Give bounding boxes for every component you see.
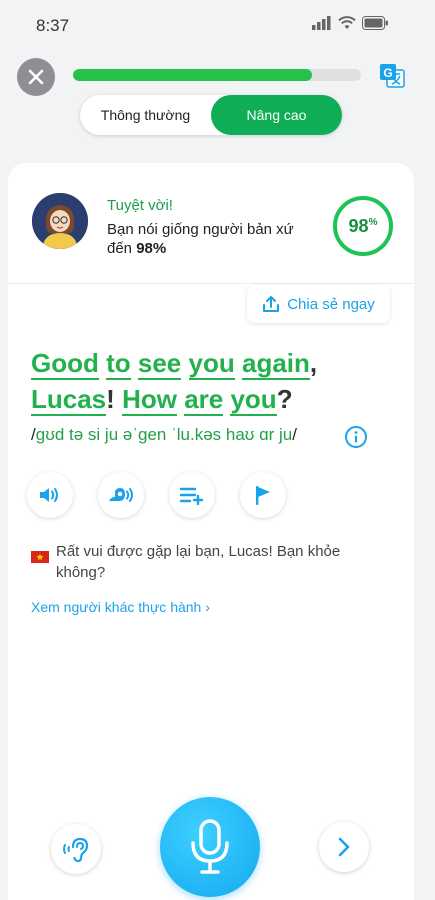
sentence-word[interactable]: see [137, 348, 182, 380]
chevron-right-icon: › [205, 599, 210, 615]
close-icon [28, 69, 44, 85]
wifi-icon [338, 16, 356, 29]
ipa-text: gʊd tə si ju əˈɡen ˈlu.kəs haʊ ɑr ju [35, 425, 293, 444]
listen-recording-button[interactable] [51, 824, 101, 874]
ear-icon [63, 837, 89, 862]
translation-text: Rất vui được gặp lại bạn, Lucas! Bạn khỏ… [56, 543, 341, 581]
sentence-word[interactable]: are [184, 384, 224, 416]
report-button[interactable] [240, 472, 286, 518]
see-others-link[interactable]: Xem người khác thực hành › [31, 599, 210, 615]
record-button[interactable] [160, 797, 260, 897]
chevron-right-icon [338, 837, 350, 857]
progress-bar [73, 69, 361, 81]
translate-button[interactable]: G [378, 62, 406, 90]
translate-icon: G [380, 64, 405, 88]
avatar [32, 193, 88, 249]
praise-text: Tuyệt vời! [107, 197, 173, 214]
sentence-word[interactable]: you [230, 384, 277, 416]
result-score-inline: 98% [136, 240, 167, 257]
score-value: 98% [348, 215, 378, 236]
signal-icon [312, 16, 331, 30]
score-badge: 98% [333, 196, 393, 256]
play-slow-button[interactable] [98, 472, 144, 518]
sentence-word[interactable]: How [122, 384, 177, 416]
share-button[interactable]: Chia sẻ ngay [247, 285, 390, 323]
mode-advanced-button[interactable]: Nâng cao [211, 95, 342, 135]
ipa-transcription: /gʊd tə si ju əˈɡen ˈlu.kəs haʊ ɑr ju/ [31, 425, 297, 445]
sentence-word[interactable]: Good [31, 348, 99, 380]
share-icon [263, 296, 280, 312]
see-others-label: Xem người khác thực hành [31, 599, 202, 615]
sentence-punctuation: ! [106, 384, 115, 414]
ipa-close: / [292, 425, 297, 444]
sentence-punctuation: , [309, 348, 318, 378]
sentence-word[interactable]: you [188, 348, 235, 380]
close-button[interactable] [17, 58, 55, 96]
flag-icon [256, 486, 270, 505]
status-icons [312, 16, 389, 30]
next-button[interactable] [319, 822, 369, 872]
mode-normal-button[interactable]: Thông thường [80, 95, 211, 135]
add-list-icon [179, 487, 204, 505]
teacher-avatar-icon [32, 193, 88, 249]
status-bar: 8:37 [0, 0, 435, 48]
score-unit: % [368, 216, 378, 228]
share-label: Chia sẻ ngay [287, 295, 375, 313]
sentence-word[interactable]: Lucas [31, 384, 107, 416]
add-to-list-button[interactable] [169, 472, 215, 518]
practice-sentence: Good to see you again, Lucas! How are yo… [31, 345, 391, 417]
play-audio-button[interactable] [27, 472, 73, 518]
progress-fill [73, 69, 313, 81]
info-icon [345, 426, 367, 448]
result-message: Bạn nói giống người bản xứ đến 98% [107, 220, 322, 258]
mode-toggle: Thông thường Nâng cao [80, 95, 342, 135]
result-message-text: Bạn nói giống người bản xứ đến [107, 221, 294, 257]
vietnam-flag-icon [31, 551, 49, 563]
battery-icon [362, 16, 388, 30]
sentence-word[interactable]: again [241, 348, 310, 380]
sentence-punctuation: ? [276, 384, 293, 414]
speaker-icon [40, 488, 58, 502]
svg-text:G: G [383, 66, 392, 80]
sentence-word[interactable]: to [106, 348, 131, 380]
info-button[interactable] [344, 425, 368, 449]
slow-speaker-icon [109, 488, 133, 502]
status-time: 8:37 [36, 16, 70, 35]
microphone-icon [191, 819, 229, 874]
